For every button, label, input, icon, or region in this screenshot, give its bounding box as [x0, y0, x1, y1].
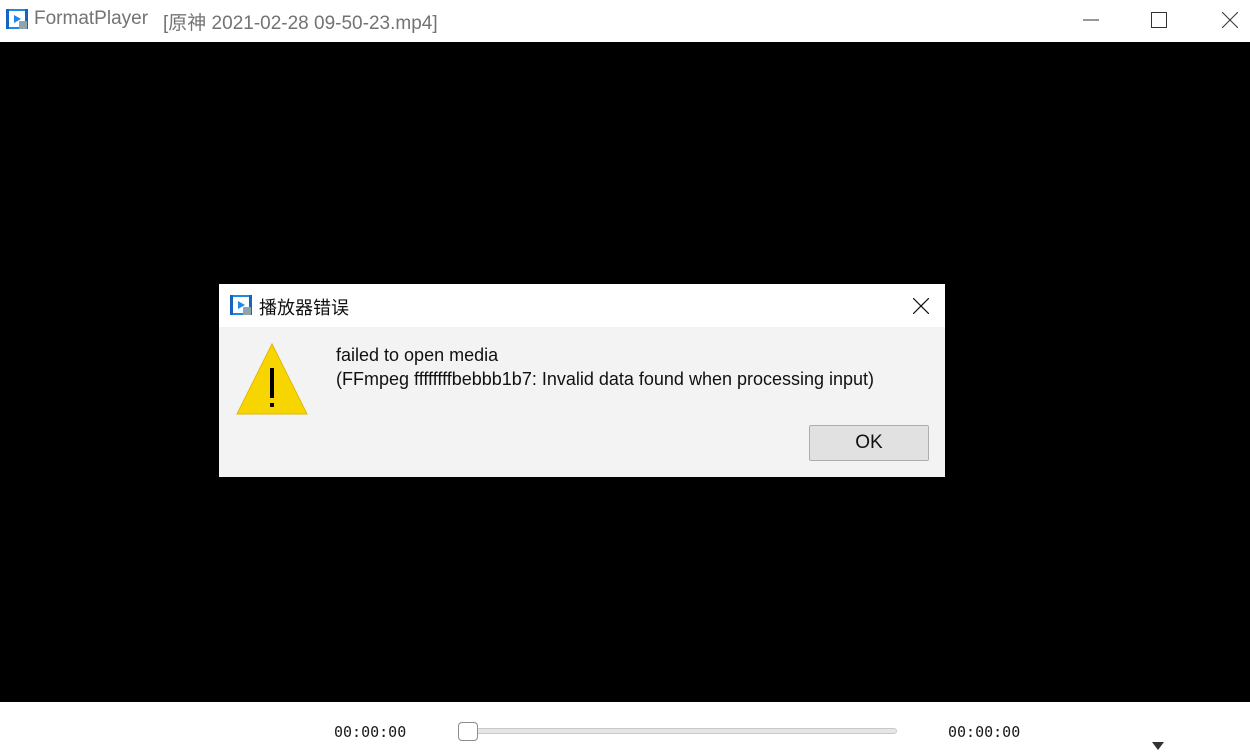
window-titlebar: FormatPlayer [原神 2021-02-28 09-50-23.mp4…: [0, 0, 1250, 42]
seek-handle[interactable]: [458, 722, 478, 741]
app-video-icon: [230, 295, 252, 315]
close-icon: [1222, 12, 1238, 28]
total-time: 00:00:00: [948, 723, 1021, 741]
dialog-title: 播放器错误: [259, 298, 349, 318]
window-file-title: [原神 2021-02-28 09-50-23.mp4]: [163, 13, 438, 34]
chevron-down-icon[interactable]: [1152, 742, 1164, 750]
error-message: failed to open media: [336, 345, 499, 365]
dialog-close-button[interactable]: [899, 286, 943, 326]
warning-icon: [236, 342, 308, 415]
maximize-button[interactable]: [1124, 0, 1194, 40]
error-dialog: 播放器错误 failed to open media (FFmpeg fffff…: [219, 284, 945, 477]
seek-bar[interactable]: [460, 728, 897, 734]
app-name: FormatPlayer: [34, 8, 149, 29]
close-window-button[interactable]: [1195, 0, 1250, 40]
maximize-icon: [1151, 12, 1167, 28]
minimize-icon: [1083, 19, 1099, 21]
ok-button[interactable]: OK: [809, 425, 929, 461]
app-video-icon: [6, 9, 28, 29]
error-detail: (FFmpeg ffffffffbebbb1b7: Invalid data f…: [336, 369, 875, 389]
dialog-titlebar: 播放器错误: [219, 284, 945, 327]
current-time: 00:00:00: [334, 723, 407, 741]
playback-controls: 00:00:00 00:00:00: [0, 702, 1250, 756]
minimize-button[interactable]: [1056, 0, 1126, 40]
close-icon: [913, 298, 929, 314]
